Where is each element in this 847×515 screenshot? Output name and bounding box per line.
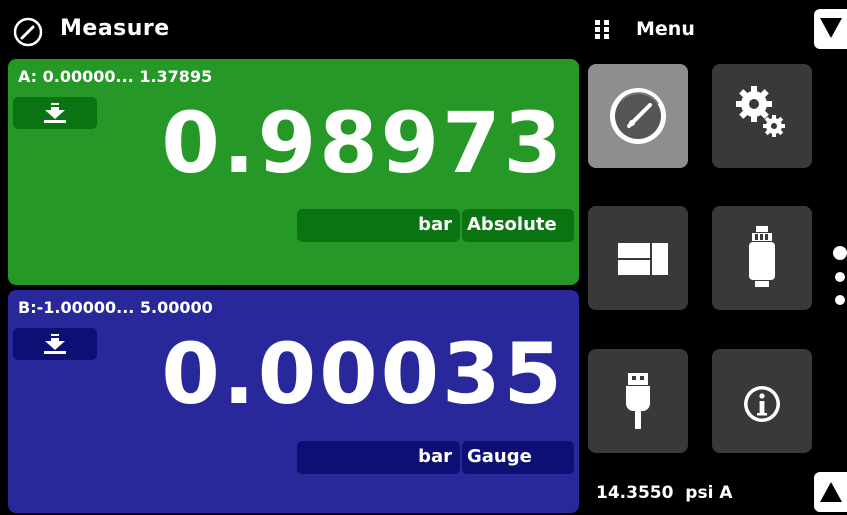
menu-label: Menu xyxy=(636,18,695,40)
channel-b-range: B:-1.00000... 5.00000 xyxy=(18,298,213,317)
channel-a-unit-button[interactable]: bar xyxy=(297,209,460,242)
page-indicator-1[interactable] xyxy=(833,246,847,260)
sensor-module-icon xyxy=(749,226,775,287)
channel-a-tare-button[interactable] xyxy=(13,97,97,129)
gauge-icon xyxy=(610,88,666,144)
info-tile[interactable] xyxy=(712,349,812,453)
barometer-unit: psi A xyxy=(685,483,733,503)
channel-b-reading: 0.00035 xyxy=(161,325,565,423)
usb-icon xyxy=(626,373,650,429)
measure-tile[interactable] xyxy=(588,64,688,168)
channel-a-unit: bar xyxy=(418,214,452,235)
usb-tile[interactable] xyxy=(588,349,688,453)
channel-b-unit: bar xyxy=(418,446,452,467)
tare-down-arrow-icon xyxy=(44,103,66,123)
scroll-up-button[interactable] xyxy=(814,472,847,512)
settings-gears-icon xyxy=(736,86,785,137)
page-indicator-3[interactable] xyxy=(835,295,845,305)
sensor-tile[interactable] xyxy=(712,206,812,310)
gauge-icon xyxy=(13,17,43,47)
display-layout-icon xyxy=(618,243,668,275)
channel-a-panel[interactable]: A: 0.00000... 1.37895 0.98973 bar Absolu… xyxy=(8,59,579,285)
up-arrow-icon xyxy=(820,482,842,502)
channel-b-mode-button[interactable]: Gauge xyxy=(462,441,574,474)
down-arrow-icon xyxy=(820,18,842,38)
display-tile[interactable] xyxy=(588,206,688,310)
channel-a-mode-button[interactable]: Absolute xyxy=(462,209,574,242)
barometer-readout: 14.3550 psi A xyxy=(596,483,732,503)
channel-b-tare-button[interactable] xyxy=(13,328,97,360)
page-title: Measure xyxy=(60,16,170,41)
tare-down-arrow-icon xyxy=(44,334,66,354)
channel-a-mode: Absolute xyxy=(467,214,557,235)
barometer-value: 14.3550 xyxy=(596,483,674,503)
channel-b-unit-button[interactable]: bar xyxy=(297,441,460,474)
channel-b-panel[interactable]: B:-1.00000... 5.00000 0.00035 bar Gauge xyxy=(8,290,579,513)
grip-icon xyxy=(595,20,609,39)
channel-a-reading: 0.98973 xyxy=(161,94,565,192)
info-icon xyxy=(744,386,780,422)
settings-tile[interactable] xyxy=(712,64,812,168)
scroll-down-button[interactable] xyxy=(814,9,847,49)
channel-b-mode: Gauge xyxy=(467,446,532,467)
page-indicator-2[interactable] xyxy=(835,272,845,282)
channel-a-range: A: 0.00000... 1.37895 xyxy=(18,67,213,86)
